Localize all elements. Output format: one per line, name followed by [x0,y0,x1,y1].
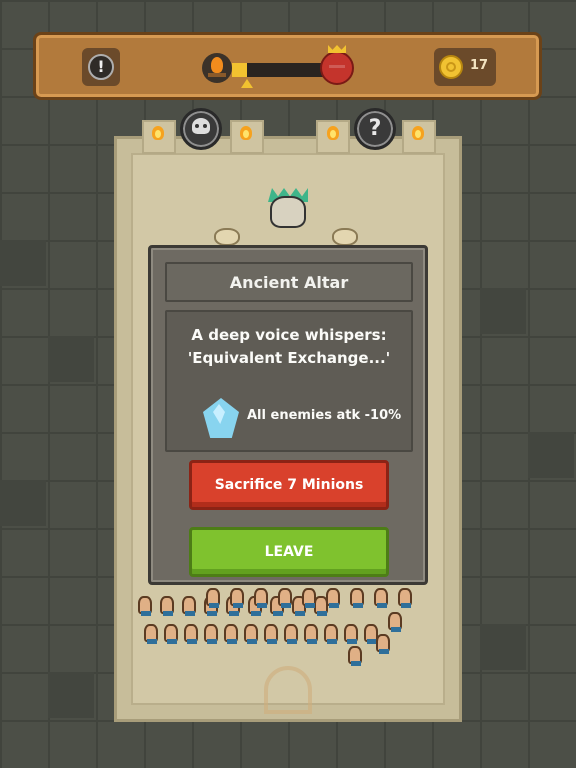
floor-tile [528,432,574,478]
minion-unit [144,624,158,644]
minion-unit [348,646,362,666]
floor-seal [264,666,312,714]
dialog-body: A deep voice whispers: 'Equivalent Excha… [165,310,413,452]
minion-unit [388,612,402,632]
minion-unit [182,596,196,616]
minion-unit [254,588,268,608]
minion-unit [374,588,388,608]
minion-unit [264,624,278,644]
demon-king-icon [320,51,354,85]
torch-icon [325,126,339,146]
effect-text: All enemies atk -10% [247,408,402,423]
minion-unit [184,624,198,644]
minion-unit [164,624,178,644]
altar-idol [256,188,322,246]
minion-unit [230,588,244,608]
dungeon-progress-bar [232,63,328,77]
minion-unit [324,624,338,644]
minion-unit [138,596,152,616]
floor-tile [48,336,94,382]
campfire-icon [202,53,232,83]
bone-pile [214,228,240,246]
torch-icon [238,126,252,146]
floor-tile [480,288,526,334]
floor-tile [0,240,46,286]
message-line: A deep voice whispers: [191,326,387,344]
minion-unit [302,588,316,608]
floor-tile [48,672,94,718]
crystal-icon [203,398,239,438]
idol-skull [270,196,306,228]
coin-icon [439,55,463,79]
minion-unit [398,588,412,608]
minion-unit [344,624,358,644]
question-icon[interactable]: ? [354,108,396,150]
minion-unit [376,634,390,654]
alert-button[interactable]: ! [82,48,120,86]
torch-icon [410,126,424,146]
dialog-message: A deep voice whispers: 'Equivalent Excha… [167,324,411,370]
minion-unit [160,596,174,616]
minion-unit [224,624,238,644]
sacrifice-button[interactable]: Sacrifice 7 Minions [189,460,389,510]
minion-unit [326,588,340,608]
skull-icon[interactable] [180,108,222,150]
minion-unit [244,624,258,644]
coin-count: 17 [470,58,489,73]
progress-marker [241,79,254,88]
minion-unit [350,588,364,608]
floor-tile [0,480,46,526]
dialog-title: Ancient Altar [229,272,349,292]
floor-tile [480,624,526,670]
top-hud-bar: ! 17 [33,32,542,100]
dialog-title-bar: Ancient Altar [165,262,413,302]
torch-icon [150,126,164,146]
minion-unit [278,588,292,608]
coin-counter: 17 [434,48,496,86]
minion-unit [204,624,218,644]
leave-button[interactable]: LEAVE [189,527,389,577]
minion-unit [304,624,318,644]
progress-fill [232,63,248,77]
exclamation-icon: ! [88,54,114,80]
event-dialog: Ancient Altar A deep voice whispers: 'Eq… [148,245,428,585]
bone-pile [332,228,358,246]
minion-unit [206,588,220,608]
message-line: 'Equivalent Exchange...' [187,349,391,367]
minion-unit [284,624,298,644]
